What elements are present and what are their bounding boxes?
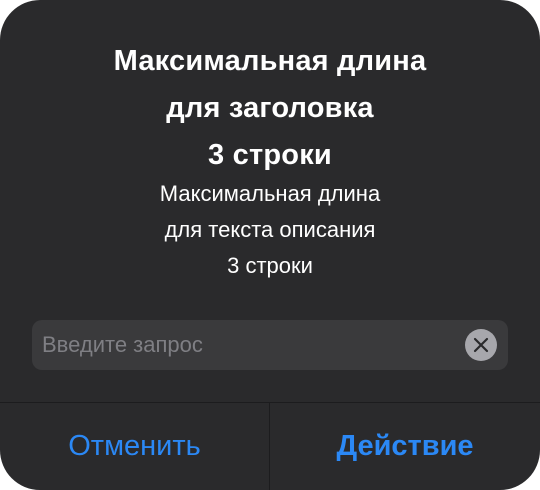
search-field (32, 320, 508, 370)
alert-message: Максимальная длина для текста описания 3… (159, 181, 381, 278)
search-input[interactable] (42, 320, 452, 370)
clear-icon[interactable] (465, 329, 497, 361)
alert-dialog: Максимальная длина для заголовка 3 строк… (0, 0, 540, 490)
cancel-button[interactable]: Отменить (0, 403, 269, 490)
alert-title: Максимальная длина для заголовка 3 строк… (113, 45, 427, 171)
action-button[interactable]: Действие (270, 403, 540, 490)
